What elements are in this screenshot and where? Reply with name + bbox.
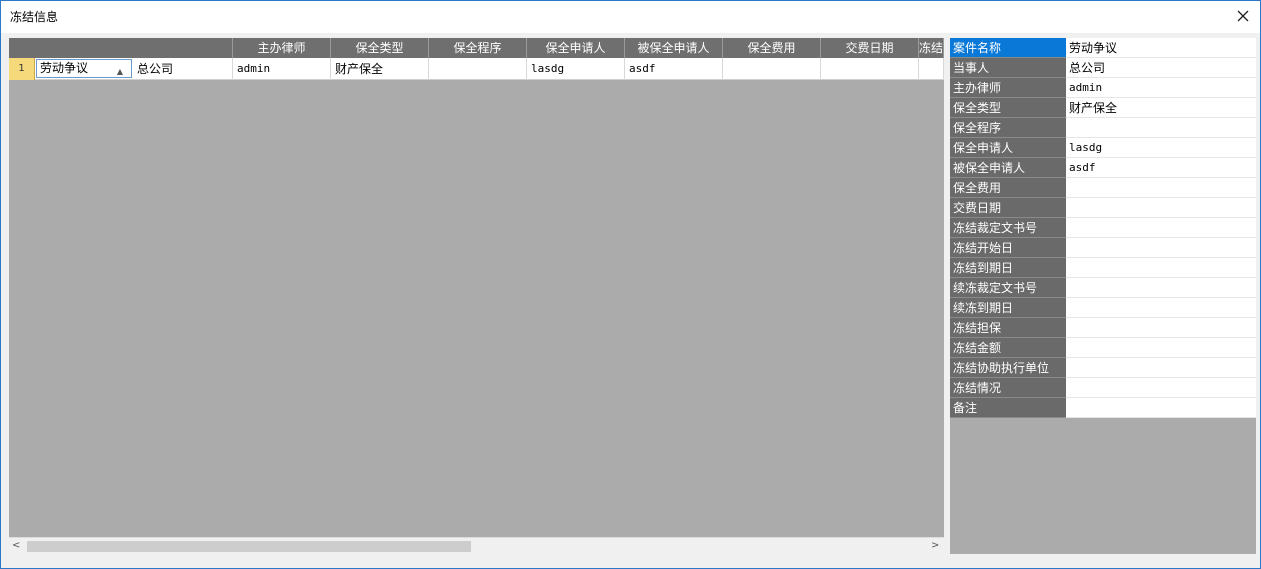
property-key[interactable]: 冻结到期日	[950, 258, 1066, 278]
close-button[interactable]	[1232, 5, 1254, 27]
caret-up-icon: ▲	[116, 67, 123, 76]
window-title: 冻结信息	[10, 10, 59, 24]
property-value[interactable]	[1066, 178, 1256, 198]
pay-date-cell[interactable]	[821, 58, 919, 80]
property-key[interactable]: 案件名称	[950, 38, 1066, 58]
property-value[interactable]	[1066, 318, 1256, 338]
property-row-freeze-amount[interactable]: 冻结金额	[950, 338, 1256, 358]
property-value[interactable]	[1066, 378, 1256, 398]
property-value[interactable]	[1066, 258, 1256, 278]
property-key[interactable]: 当事人	[950, 58, 1066, 78]
property-key[interactable]: 主办律师	[950, 78, 1066, 98]
property-key[interactable]: 续冻裁定文书号	[950, 278, 1066, 298]
lawyer-cell[interactable]: admin	[233, 58, 331, 80]
fee-cell[interactable]	[723, 58, 821, 80]
property-row-assist-unit[interactable]: 冻结协助执行单位	[950, 358, 1256, 378]
column-header-lawyer[interactable]: 主办律师	[233, 38, 331, 58]
property-row-fee[interactable]: 保全费用	[950, 178, 1256, 198]
property-key[interactable]: 保全费用	[950, 178, 1066, 198]
property-row-renew-doc[interactable]: 续冻裁定文书号	[950, 278, 1256, 298]
property-value[interactable]: 劳动争议	[1066, 38, 1256, 58]
property-value[interactable]	[1066, 398, 1256, 418]
respondent-cell[interactable]: asdf	[625, 58, 723, 80]
freeze-cell[interactable]	[919, 58, 944, 80]
column-header-type[interactable]: 保全类型	[331, 38, 429, 58]
property-key[interactable]: 保全程序	[950, 118, 1066, 138]
property-value[interactable]: 财产保全	[1066, 98, 1256, 118]
dialog-window: 冻结信息 主办律师 保全类型 保全程序 保全申请人 被保全申请人 保全费用 交费…	[0, 0, 1261, 569]
property-value[interactable]	[1066, 298, 1256, 318]
property-row-freeze-guarantee[interactable]: 冻结担保	[950, 318, 1256, 338]
property-row-respondent[interactable]: 被保全申请人 asdf	[950, 158, 1256, 178]
property-key[interactable]: 被保全申请人	[950, 158, 1066, 178]
property-row-freeze-doc[interactable]: 冻结裁定文书号	[950, 218, 1256, 238]
horizontal-scrollbar[interactable]: < >	[9, 537, 944, 554]
row-number[interactable]: 1	[9, 58, 35, 80]
case-name-value: 劳动争议	[40, 61, 89, 75]
column-header-case[interactable]	[9, 38, 233, 58]
title-bar: 冻结信息	[1, 1, 1260, 33]
column-header-procedure[interactable]: 保全程序	[429, 38, 527, 58]
grid-header: 主办律师 保全类型 保全程序 保全申请人 被保全申请人 保全费用 交费日期 冻结	[9, 38, 944, 58]
property-row-pay-date[interactable]: 交费日期	[950, 198, 1256, 218]
column-header-applicant[interactable]: 保全申请人	[527, 38, 625, 58]
property-row-case-name[interactable]: 案件名称 劳动争议	[950, 38, 1256, 58]
property-key[interactable]: 冻结协助执行单位	[950, 358, 1066, 378]
property-row-freeze-start[interactable]: 冻结开始日	[950, 238, 1256, 258]
data-grid[interactable]: 主办律师 保全类型 保全程序 保全申请人 被保全申请人 保全费用 交费日期 冻结…	[9, 38, 944, 554]
property-row-freeze-status[interactable]: 冻结情况	[950, 378, 1256, 398]
property-key[interactable]: 冻结开始日	[950, 238, 1066, 258]
property-value[interactable]	[1066, 118, 1256, 138]
property-value[interactable]	[1066, 218, 1256, 238]
property-value[interactable]: 总公司	[1066, 58, 1256, 78]
property-row-applicant[interactable]: 保全申请人 lasdg	[950, 138, 1256, 158]
property-key[interactable]: 保全申请人	[950, 138, 1066, 158]
property-row-party[interactable]: 当事人 总公司	[950, 58, 1256, 78]
property-key[interactable]: 冻结裁定文书号	[950, 218, 1066, 238]
property-key[interactable]: 保全类型	[950, 98, 1066, 118]
property-value[interactable]	[1066, 278, 1256, 298]
column-header-pay-date[interactable]: 交费日期	[821, 38, 919, 58]
column-header-freeze[interactable]: 冻结	[919, 38, 944, 58]
property-key[interactable]: 备注	[950, 398, 1066, 418]
property-key[interactable]: 续冻到期日	[950, 298, 1066, 318]
party-cell[interactable]: 总公司	[133, 58, 233, 80]
property-value[interactable]	[1066, 198, 1256, 218]
property-row-renew-end[interactable]: 续冻到期日	[950, 298, 1256, 318]
property-value[interactable]: lasdg	[1066, 138, 1256, 158]
content-area: 主办律师 保全类型 保全程序 保全申请人 被保全申请人 保全费用 交费日期 冻结…	[9, 38, 1256, 554]
property-value[interactable]	[1066, 338, 1256, 358]
scroll-left-icon[interactable]: <	[12, 541, 22, 551]
property-key[interactable]: 冻结担保	[950, 318, 1066, 338]
table-row[interactable]: 1 劳动争议 ▲ 总公司 admin 财产保全 lasdg asdf	[9, 58, 944, 80]
column-header-fee[interactable]: 保全费用	[723, 38, 821, 58]
property-key[interactable]: 冻结金额	[950, 338, 1066, 358]
case-name-cell[interactable]: 劳动争议 ▲	[35, 58, 133, 80]
property-row-remarks[interactable]: 备注	[950, 398, 1256, 418]
type-cell[interactable]: 财产保全	[331, 58, 429, 80]
property-value[interactable]	[1066, 358, 1256, 378]
property-value[interactable]: asdf	[1066, 158, 1256, 178]
scroll-right-icon[interactable]: >	[931, 541, 941, 551]
property-row-freeze-end[interactable]: 冻结到期日	[950, 258, 1256, 278]
property-value[interactable]	[1066, 238, 1256, 258]
property-panel: 案件名称 劳动争议 当事人 总公司 主办律师 admin 保全类型 财产保全 保…	[950, 38, 1256, 554]
scroll-thumb[interactable]	[27, 541, 471, 552]
property-row-procedure[interactable]: 保全程序	[950, 118, 1256, 138]
close-icon	[1237, 10, 1249, 22]
procedure-cell[interactable]	[429, 58, 527, 80]
property-key[interactable]: 冻结情况	[950, 378, 1066, 398]
property-row-type[interactable]: 保全类型 财产保全	[950, 98, 1256, 118]
property-row-lawyer[interactable]: 主办律师 admin	[950, 78, 1256, 98]
property-key[interactable]: 交费日期	[950, 198, 1066, 218]
applicant-cell[interactable]: lasdg	[527, 58, 625, 80]
property-value[interactable]: admin	[1066, 78, 1256, 98]
column-header-respondent[interactable]: 被保全申请人	[625, 38, 723, 58]
